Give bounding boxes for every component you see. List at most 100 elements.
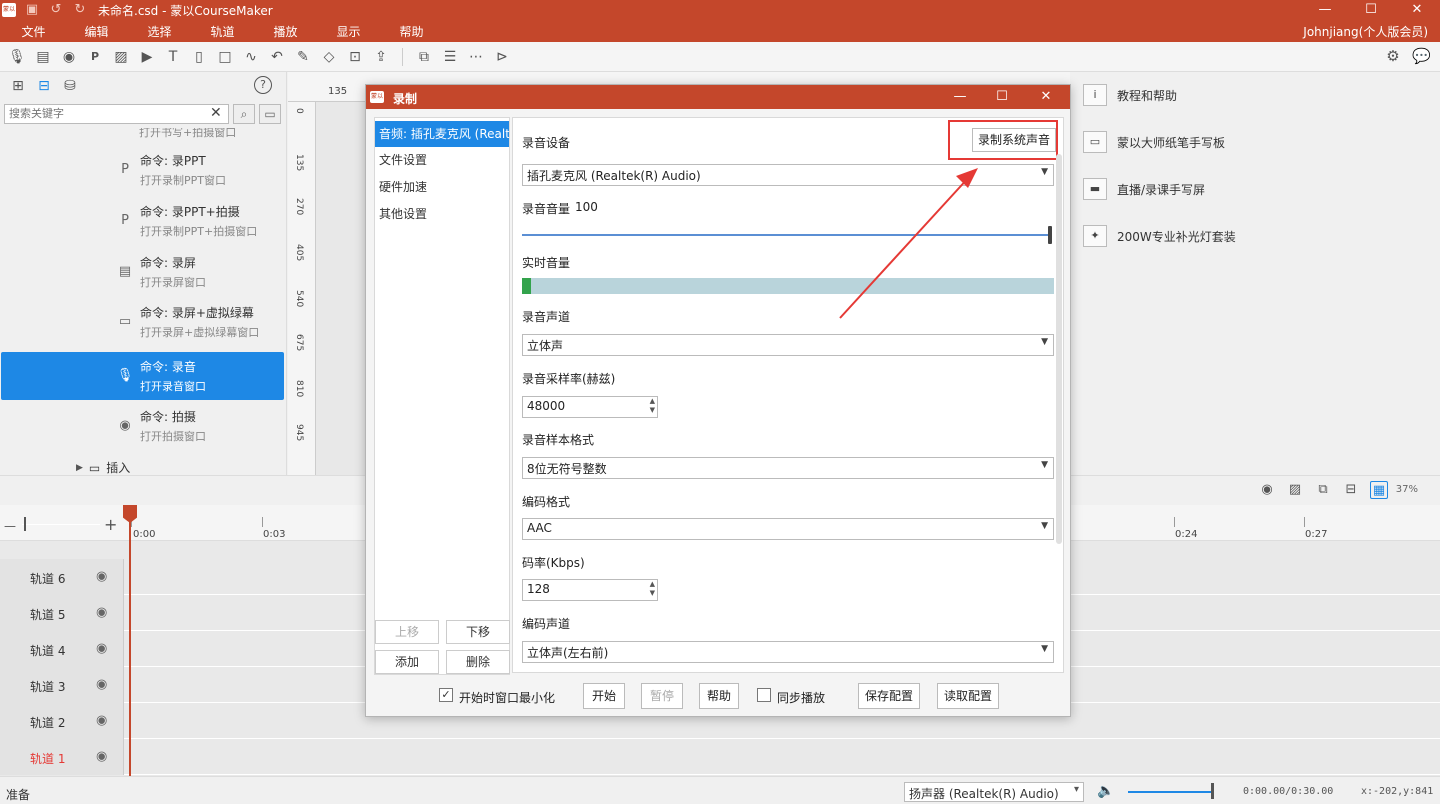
lasso-icon[interactable]: ↶ [264, 46, 290, 68]
recording-volume-slider[interactable] [522, 234, 1052, 236]
spin-arrows-icon[interactable]: ▲ ▼ [650, 580, 655, 598]
database-icon[interactable]: ⛁ [60, 76, 80, 96]
microphone-icon[interactable]: 🎙 [4, 46, 30, 68]
snapshot-icon[interactable]: ◉ [1258, 481, 1276, 499]
list-item-selected[interactable]: 🎙 命令: 录音 打开录音窗口 [1, 352, 284, 400]
save-icon[interactable]: ▣ [24, 2, 40, 18]
move-down-button[interactable]: 下移 [446, 620, 510, 644]
chat-icon[interactable]: 💬 [1412, 46, 1431, 66]
sync-play-checkbox[interactable] [757, 688, 771, 702]
folder-insert[interactable]: ▶ ▭ 插入 [76, 459, 130, 475]
start-button[interactable]: 开始 [583, 683, 625, 709]
dialog-maximize-button[interactable]: ☐ [988, 87, 1016, 107]
spin-arrows-icon[interactable]: ▲ ▼ [650, 397, 655, 415]
clear-search-icon[interactable]: ✕ [210, 105, 222, 121]
user-account[interactable]: Johnjiang(个人版会员) [1303, 23, 1428, 40]
text-icon[interactable]: T [160, 46, 186, 68]
recording-volume-thumb[interactable] [1048, 226, 1052, 244]
volume-thumb[interactable] [1211, 783, 1214, 799]
menu-track[interactable]: 轨道 [191, 23, 254, 40]
minimize-button[interactable]: — [1302, 0, 1348, 20]
menu-file[interactable]: 文件 [2, 23, 65, 40]
list-item[interactable]: P 命令: 录PPT 打开录制PPT窗口 [1, 146, 284, 194]
eraser-icon[interactable]: ◇ [316, 46, 342, 68]
video-icon[interactable]: ▶ [134, 46, 160, 68]
menu-help[interactable]: 帮助 [380, 23, 443, 40]
minimize-on-start-checkbox[interactable]: ✓ [439, 688, 453, 702]
more-icon[interactable]: ⋯ [463, 46, 489, 68]
zoom-in-icon[interactable]: + [104, 515, 117, 534]
track-row-active[interactable]: 轨道 1 ◉ [0, 739, 1440, 775]
list-item[interactable]: ▭ 命令: 录屏+虚拟绿幕 打开录屏+虚拟绿幕窗口 [1, 298, 284, 346]
load-config-button[interactable]: 读取配置 [937, 683, 999, 709]
menu-edit[interactable]: 编辑 [65, 23, 128, 40]
save-config-button[interactable]: 保存配置 [858, 683, 920, 709]
nav-hardware-accel[interactable]: 硬件加速 [375, 174, 509, 200]
folder-open-icon[interactable]: ▭ [259, 104, 281, 124]
recording-device-select[interactable]: 插孔麦克风 (Realtek(R) Audio) ▼ [522, 164, 1054, 186]
split-icon[interactable]: ⊟ [1342, 481, 1360, 499]
output-device-select[interactable]: 扬声器 (Realtek(R) Audio) ▾ [904, 782, 1084, 802]
timeline-zoom-slider[interactable]: — + [4, 515, 120, 534]
crop-icon[interactable]: ⧉ [411, 46, 437, 68]
layers-icon[interactable]: ⧉ [1314, 481, 1332, 499]
image-icon[interactable]: ▨ [108, 46, 134, 68]
zoom-out-icon[interactable]: — [4, 519, 18, 533]
calculator-icon[interactable]: ▦ [1370, 481, 1388, 499]
sample-format-select[interactable]: 8位无符号整数 ▼ [522, 457, 1054, 479]
dialog-minimize-button[interactable]: — [946, 87, 974, 107]
export-icon[interactable]: ⇪ [368, 46, 394, 68]
search-icon[interactable]: ⌕ [233, 104, 255, 124]
screen-record-icon[interactable]: ▤ [30, 46, 56, 68]
volume-slider[interactable] [1128, 791, 1212, 793]
dialog-close-button[interactable]: ✕ [1032, 87, 1060, 107]
frame-icon[interactable]: ⊡ [342, 46, 368, 68]
encode-channel-select[interactable]: 立体声(左右前) ▼ [522, 641, 1054, 663]
channel-select[interactable]: 立体声 ▼ [522, 334, 1054, 356]
settings-sliders-icon[interactable]: ☰ [437, 46, 463, 68]
promo-item[interactable]: ▭ 蒙以大师纸笔手写板 [1083, 129, 1225, 155]
redo-icon[interactable]: ↻ [72, 2, 88, 18]
tree-view-icon[interactable]: ⊟ [34, 76, 54, 96]
undo-icon[interactable]: ↺ [48, 2, 64, 18]
list-item[interactable]: ▤ 命令: 录屏 打开录屏窗口 [1, 248, 284, 296]
menu-select[interactable]: 选择 [128, 23, 191, 40]
eye-icon[interactable]: ◉ [96, 569, 107, 584]
nav-file-settings[interactable]: 文件设置 [375, 147, 509, 173]
list-item[interactable]: P 命令: 录PPT+拍摄 打开录制PPT+拍摄窗口 [1, 197, 284, 245]
nav-other-settings[interactable]: 其他设置 [375, 201, 509, 227]
promo-item[interactable]: ▬ 直播/录课手写屏 [1083, 176, 1205, 202]
pen-icon[interactable]: ✎ [290, 46, 316, 68]
zoom-thumb[interactable] [24, 517, 26, 531]
grid-view-icon[interactable]: ⊞ [8, 76, 28, 96]
promo-item[interactable]: ✦ 200W专业补光灯套装 [1083, 223, 1236, 249]
settings-scrollbar[interactable] [1056, 154, 1062, 544]
eye-icon[interactable]: ◉ [96, 605, 107, 620]
menu-view[interactable]: 显示 [317, 23, 380, 40]
eye-icon[interactable]: ◉ [96, 713, 107, 728]
speaker-icon[interactable]: 🔈 [1097, 783, 1114, 799]
image-edit-icon[interactable]: ▨ [1286, 481, 1304, 499]
menu-play[interactable]: 播放 [254, 23, 317, 40]
expand-arrow-icon[interactable]: ▶ [76, 463, 83, 473]
add-button[interactable]: 添加 [375, 650, 439, 674]
curve-icon[interactable]: ∿ [238, 46, 264, 68]
play-icon[interactable]: ⊳ [489, 46, 515, 68]
rectangle-icon[interactable]: □ [212, 46, 238, 68]
search-input[interactable] [4, 104, 229, 124]
camera-icon[interactable]: ◉ [56, 46, 82, 68]
ppt-icon[interactable]: P [82, 46, 108, 68]
gear-icon[interactable]: ⚙ [1384, 46, 1402, 66]
eye-icon[interactable]: ◉ [96, 749, 107, 764]
codec-select[interactable]: AAC ▼ [522, 518, 1054, 540]
promo-item[interactable]: i 教程和帮助 [1083, 82, 1177, 108]
eye-icon[interactable]: ◉ [96, 641, 107, 656]
help-icon[interactable]: ? [254, 76, 272, 94]
list-item[interactable]: ◉ 命令: 拍摄 打开拍摄窗口 [1, 402, 284, 450]
nav-audio-source[interactable]: 音频: 插孔麦克风 (Realtek(R) Audio) [375, 121, 509, 147]
pause-button[interactable]: 暂停 [641, 683, 683, 709]
delete-button[interactable]: 删除 [446, 650, 510, 674]
close-button[interactable]: ✕ [1394, 0, 1440, 20]
move-up-button[interactable]: 上移 [375, 620, 439, 644]
maximize-button[interactable]: ☐ [1348, 0, 1394, 20]
